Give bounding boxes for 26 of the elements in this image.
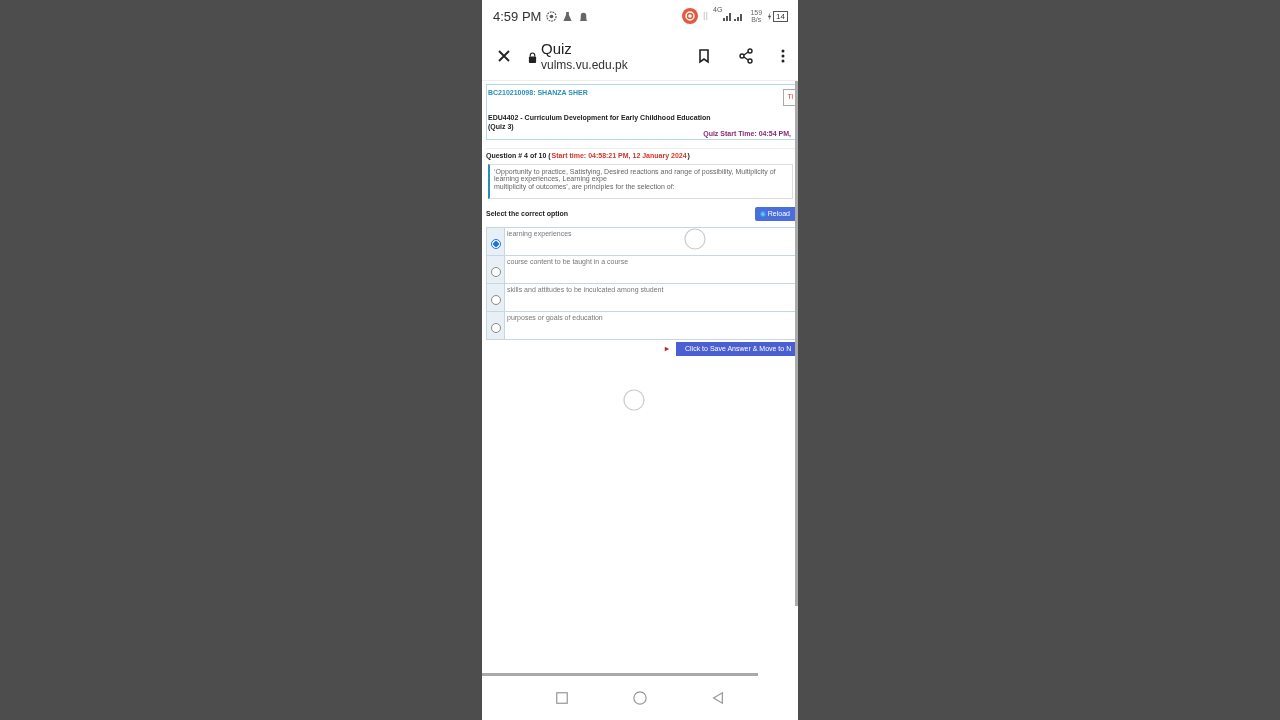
more-options-icon[interactable] [780,48,786,64]
loading-spinner-icon [684,228,706,250]
back-icon[interactable] [711,691,725,705]
scrollbar[interactable] [482,673,758,676]
page-title: Quiz [541,40,573,58]
flask-icon [562,10,574,22]
page-url: vulms.vu.edu.pk [541,58,629,72]
bookmark-icon[interactable] [696,48,712,64]
radio-button[interactable] [490,266,501,277]
status-time: 4:59 PM [493,8,542,24]
radio-button[interactable] [490,294,501,305]
lock-icon [528,51,537,63]
loading-spinner-icon [623,389,645,411]
reload-icon [759,210,766,217]
close-icon[interactable] [496,48,512,64]
home-icon[interactable] [633,691,647,705]
recording-icon [682,8,699,24]
battery-level: 14 [773,10,788,22]
share-icon[interactable] [738,48,754,64]
radio-button[interactable] [490,238,501,249]
scrollbar[interactable] [795,81,798,606]
charging-icon [767,11,773,21]
recent-apps-icon[interactable] [555,691,569,705]
record-icon [546,10,558,22]
pointer-icon [664,346,670,352]
radio-button[interactable] [490,322,501,333]
